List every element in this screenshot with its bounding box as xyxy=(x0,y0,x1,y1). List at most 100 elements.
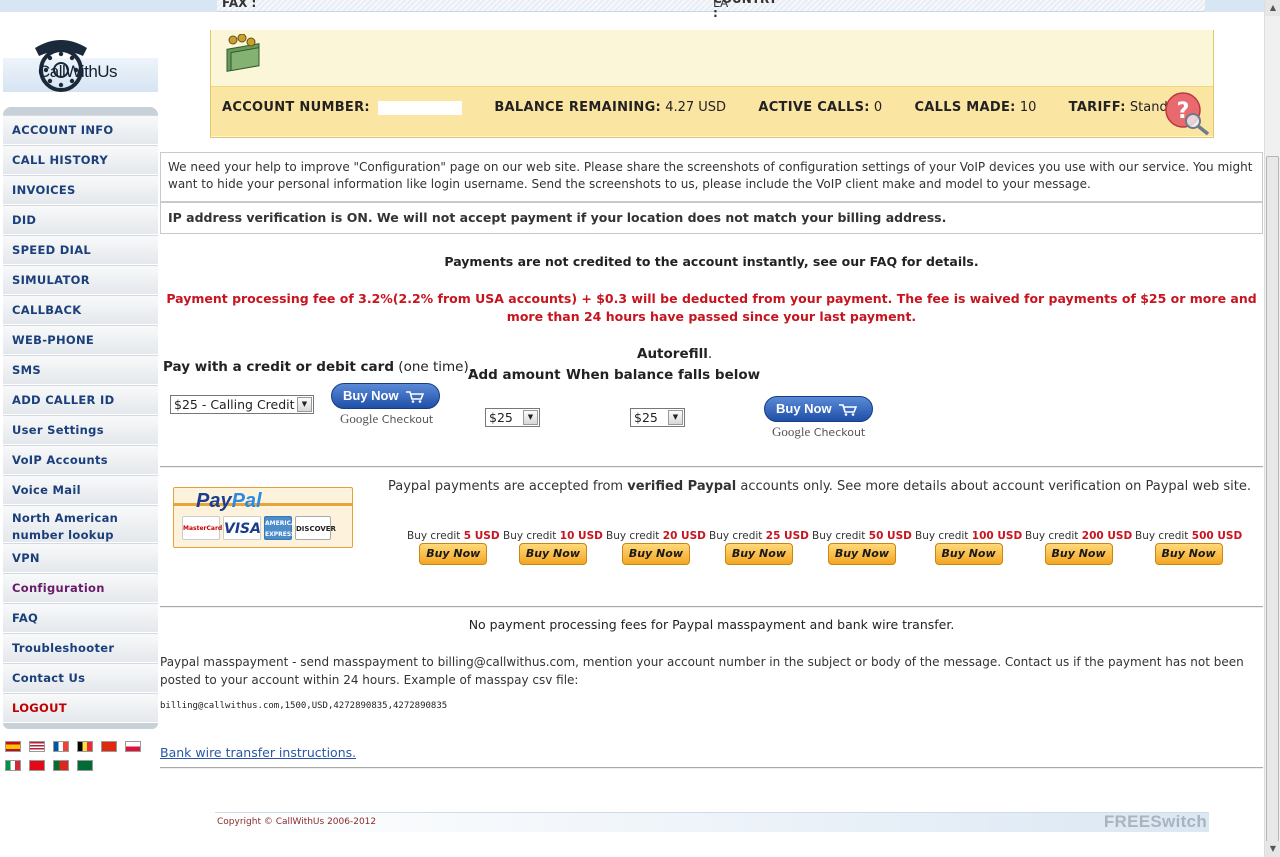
sidebar-item-troubleshooter[interactable]: Troubleshooter xyxy=(3,633,158,663)
sidebar-nav: ACCOUNT INFO CALL HISTORY INVOICES DID S… xyxy=(3,107,158,729)
calls-made-label: CALLS MADE: xyxy=(914,100,1016,115)
paypal-option-5: Buy credit 5 USD Buy Now xyxy=(407,530,500,565)
masspayment-instructions: Paypal masspayment - send masspayment to… xyxy=(160,655,1244,687)
paypal-buy-now-button[interactable]: Buy Now xyxy=(1154,543,1223,565)
account-number-masked xyxy=(378,100,463,115)
saudi-flag-icon[interactable] xyxy=(77,760,94,771)
freeswitch-logo[interactable]: FREESwitch xyxy=(1104,812,1207,832)
fax-label: FAX : xyxy=(222,0,257,10)
autorefill-threshold-select[interactable]: $25 ▼ xyxy=(630,408,685,427)
sidebar-item-web-phone[interactable]: WEB-PHONE xyxy=(3,325,158,355)
paypal-option-500: Buy credit 500 USD Buy Now xyxy=(1135,530,1242,565)
mastercard-icon: MasterCard xyxy=(182,516,222,540)
account-number-label: ACCOUNT NUMBER: xyxy=(222,100,370,115)
sidebar-item-voip-accounts[interactable]: VoIP Accounts xyxy=(3,445,158,475)
card-payment-title: Pay with a credit or debit card (one tim… xyxy=(163,359,474,375)
autorefill-buy-now-button[interactable]: Buy Now xyxy=(764,396,873,422)
scroll-up-arrow-icon[interactable]: ▲ xyxy=(1265,0,1280,16)
visa-icon: VISA xyxy=(223,516,261,540)
top-strip-inner xyxy=(217,0,1205,12)
account-stats: ACCOUNT NUMBER: BALANCE REMAINING: 4.27 … xyxy=(222,100,1189,115)
active-calls-value: 0 xyxy=(873,100,883,115)
sidebar-item-sms[interactable]: SMS xyxy=(3,355,158,385)
language-flags xyxy=(5,741,157,779)
callwithus-logo[interactable]: CallWithUs xyxy=(3,34,158,94)
french-flag-icon[interactable] xyxy=(53,741,70,752)
italian-flag-icon[interactable] xyxy=(5,760,21,771)
ip-verification-notice: IP address verification is ON. We will n… xyxy=(160,202,1263,234)
sidebar-item-configuration[interactable]: Configuration xyxy=(3,573,158,603)
paypal-option-20: Buy credit 20 USD Buy Now xyxy=(606,530,706,565)
belgian-flag-icon[interactable] xyxy=(77,741,94,752)
chinese-flag-icon[interactable] xyxy=(101,741,118,752)
us-flag-icon[interactable] xyxy=(29,741,46,752)
sidebar-item-logout[interactable]: LOGOUT xyxy=(3,693,158,723)
chevron-down-icon: ▼ xyxy=(297,397,312,412)
bank-wire-link[interactable]: Bank wire transfer instructions. xyxy=(160,745,356,760)
sidebar-cap xyxy=(3,107,158,115)
sidebar-item-account-info[interactable]: ACCOUNT INFO xyxy=(3,115,158,145)
paypal-wordmark: PayPal xyxy=(196,490,262,512)
calling-credit-select[interactable]: $25 - Calling Credit ▼ xyxy=(170,395,314,414)
paypal-option-50: Buy credit 50 USD Buy Now xyxy=(812,530,912,565)
turkish-flag-icon[interactable] xyxy=(29,760,46,771)
paypal-buy-now-button[interactable]: Buy Now xyxy=(518,543,587,565)
credit-delay-message: Payments are not credited to the account… xyxy=(444,254,979,269)
sidebar-item-voice-mail[interactable]: Voice Mail xyxy=(3,475,158,505)
chevron-down-icon: ▼ xyxy=(668,410,683,425)
sidebar-item-add-caller-id[interactable]: ADD CALLER ID xyxy=(3,385,158,415)
portuguese-flag-icon[interactable] xyxy=(53,760,70,771)
paypal-buy-now-button[interactable]: Buy Now xyxy=(1044,543,1113,565)
paypal-option-100: Buy credit 100 USD Buy Now xyxy=(915,530,1022,565)
polish-flag-icon[interactable] xyxy=(125,741,142,752)
sidebar-item-number-lookup[interactable]: North American number lookup xyxy=(3,505,158,543)
paypal-info-text: Paypal payments are accepted from verifi… xyxy=(388,479,1252,494)
accepted-cards: MasterCard VISA AMERICAN EXPRESSDISCOVER xyxy=(182,516,336,540)
balance-label: BALANCE REMAINING: xyxy=(494,100,662,115)
paypal-logo: PayPal MasterCard VISA AMERICAN EXPRESSDIS… xyxy=(173,487,353,548)
amex-icon: AMERICAN EXPRESS xyxy=(264,516,301,540)
sidebar-item-invoices[interactable]: INVOICES xyxy=(3,175,158,205)
footer: Copyright © CallWithUs 2006-2012 FREESwi… xyxy=(215,812,1209,832)
sidebar-item-did[interactable]: DID xyxy=(3,205,158,235)
balance-value: 4.27 USD xyxy=(665,100,727,115)
paypal-option-200: Buy credit 200 USD Buy Now xyxy=(1025,530,1132,565)
paypal-buy-now-button[interactable]: Buy Now xyxy=(419,543,488,565)
paypal-buy-now-button[interactable]: Buy Now xyxy=(724,543,793,565)
sidebar-item-call-history[interactable]: CALL HISTORY xyxy=(3,145,158,175)
sidebar-item-speed-dial[interactable]: SPEED DIAL xyxy=(3,235,158,265)
google-checkout-label: Google Checkout xyxy=(772,424,866,439)
sidebar-item-faq[interactable]: FAQ xyxy=(3,603,158,633)
top-strip: FAX : COUNTRY : LA xyxy=(0,0,1264,20)
autorefill-amount-select[interactable]: $25 ▼ xyxy=(485,408,540,427)
cart-icon xyxy=(406,390,425,403)
sidebar-item-callback[interactable]: CALLBACK xyxy=(3,295,158,325)
scroll-down-arrow-icon[interactable]: ▼ xyxy=(1265,841,1280,857)
paypal-buy-now-button[interactable]: Buy Now xyxy=(934,543,1003,565)
spanish-flag-icon[interactable] xyxy=(5,741,21,752)
no-fees-message: No payment processing fees for Paypal ma… xyxy=(468,617,955,632)
autorefill-label: Autorefill. xyxy=(637,346,713,362)
paypal-option-10: Buy credit 10 USD Buy Now xyxy=(503,530,603,565)
paypal-buy-now-button[interactable]: Buy Now xyxy=(621,543,690,565)
processing-fee-message: Payment processing fee of 3.2%(2.2% from… xyxy=(166,291,1257,324)
sidebar-item-contact-us[interactable]: Contact Us xyxy=(3,663,158,693)
chevron-down-icon: ▼ xyxy=(523,410,538,425)
help-magnifier-icon[interactable]: ? xyxy=(1163,90,1211,136)
scroll-thumb[interactable] xyxy=(1266,156,1279,842)
sidebar-item-vpn[interactable]: VPN xyxy=(3,543,158,573)
vertical-scrollbar[interactable]: ▲ ▼ xyxy=(1264,0,1280,857)
discover-icon: DISCOVER xyxy=(295,516,336,540)
copyright-text: Copyright © CallWithUs 2006-2012 xyxy=(217,817,377,827)
money-stack-icon xyxy=(226,34,260,72)
sidebar-bottom xyxy=(3,723,158,729)
sidebar-item-user-settings[interactable]: User Settings xyxy=(3,415,158,445)
falls-below-label: When balance falls below xyxy=(566,367,761,383)
cart-icon xyxy=(839,403,858,416)
paypal-buy-now-button[interactable]: Buy Now xyxy=(827,543,896,565)
masspay-csv-example: billing@callwithus.com,1500,USD,42728908… xyxy=(160,701,448,711)
country-label: COUNTRY : LA xyxy=(713,0,777,20)
google-checkout-label: Google Checkout xyxy=(340,411,434,426)
google-buy-now-button[interactable]: Buy Now xyxy=(331,383,440,409)
sidebar-item-simulator[interactable]: SIMULATOR xyxy=(3,265,158,295)
